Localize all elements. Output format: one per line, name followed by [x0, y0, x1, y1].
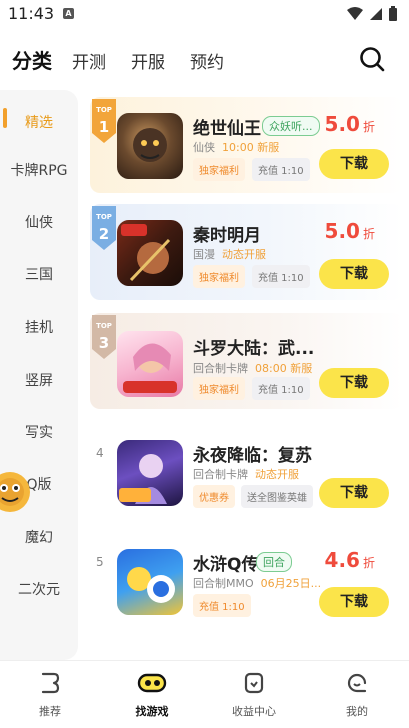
recharge-chip: 充值 1:10 [252, 265, 310, 288]
sidebar-active-indicator [3, 108, 7, 128]
sidebar-item-realistic[interactable]: 写实 [0, 422, 78, 442]
download-button[interactable]: 下载 [319, 478, 389, 508]
rank-number: 5 [96, 555, 104, 569]
sidebar-item-three-kingdoms[interactable]: 三国 [0, 264, 78, 284]
game-meta: 仙侠 10:00 新服 [193, 141, 280, 154]
download-button[interactable]: 下载 [319, 149, 389, 179]
game-tag: 回合 [256, 552, 292, 572]
sidebar-item-idle[interactable]: 挂机 [0, 317, 78, 337]
game-card[interactable]: 5 水浒Q传 回合 回合制MMO 06月25日... 充值 1:10 4.6 折 … [90, 533, 403, 629]
benefit-chip: 独家福利 [193, 265, 245, 288]
sidebar-item-label: 卡牌RPG [10, 163, 68, 179]
bottom-nav: 推荐 找游戏 收益中心 我的 [0, 660, 409, 728]
status-time: 11:43 [8, 4, 55, 23]
download-button[interactable]: 下载 [319, 259, 389, 289]
sidebar-item-label: 精选 [25, 115, 53, 131]
recharge-chip: 充值 1:10 [252, 158, 310, 181]
sidebar-item-label: 仙侠 [25, 215, 53, 231]
status-icons [347, 6, 397, 21]
game-meta: 国漫 动态开服 [193, 248, 266, 261]
earnings-icon [244, 672, 264, 694]
search-icon[interactable] [359, 46, 385, 72]
nav-label: 找游戏 [135, 705, 169, 718]
download-button[interactable]: 下载 [319, 368, 389, 398]
svg-text:2: 2 [99, 225, 109, 243]
game-meta: 回合制卡牌 08:00 新服 [193, 362, 313, 375]
game-title: 秦时明月 [193, 226, 261, 246]
benefit-chip: 独家福利 [193, 158, 245, 181]
recharge-chip: 充值 1:10 [193, 594, 251, 617]
game-title: 永夜降临：复苏 [193, 446, 312, 466]
recommend-icon [41, 672, 60, 694]
top-tabs: 分类 开测 开服 预约 [0, 44, 409, 78]
benefit-chip: 独家福利 [193, 377, 245, 400]
profile-icon [347, 673, 367, 693]
battery-icon [389, 6, 397, 21]
game-meta: 回合制MMO 06月25日... [193, 577, 322, 590]
game-title: 斗罗大陆：武... [193, 339, 315, 359]
wifi-icon [347, 6, 363, 20]
game-card[interactable]: 4 永夜降临：复苏 回合制卡牌 动态开服 优惠券 送全图鉴英雄 下载 [90, 424, 403, 520]
nav-label: 我的 [346, 705, 368, 718]
sidebar-item-card-rpg[interactable]: 卡牌RPG [0, 160, 78, 180]
gift-chip: 送全图鉴英雄 [241, 485, 313, 508]
tab-category[interactable]: 分类 [12, 45, 52, 74]
svg-text:TOP: TOP [96, 322, 112, 330]
discount-label: 5.0 折 [324, 112, 375, 136]
game-card[interactable]: TOP 2 秦时明月 国漫 动态开服 独家福利 充值 1:10 5.0 折 下载 [90, 204, 403, 300]
find-game-icon [137, 673, 167, 693]
game-icon[interactable] [117, 113, 183, 179]
discount-label: 5.0 折 [324, 219, 375, 243]
tab-beta-test[interactable]: 开测 [72, 48, 106, 73]
category-sidebar: 精选 卡牌RPG 仙侠 三国 挂机 竖屏 写实 Q版 魔幻 二次元 [0, 90, 78, 660]
signal-icon [370, 7, 382, 20]
game-card[interactable]: TOP 1 绝世仙王 众妖听... 仙侠 10:00 新服 独家福利 充值 1:… [90, 97, 403, 193]
svg-text:TOP: TOP [96, 213, 112, 221]
sidebar-item-featured[interactable]: 精选 [0, 106, 78, 140]
sidebar-item-label: 三国 [25, 267, 53, 283]
top-rank-badge: TOP 1 [92, 99, 116, 143]
sidebar-item-portrait[interactable]: 竖屏 [0, 370, 78, 390]
svg-text:TOP: TOP [96, 106, 112, 114]
sidebar-item-xianxia[interactable]: 仙侠 [0, 212, 78, 232]
top-rank-badge: TOP 3 [92, 315, 116, 359]
discount-label: 4.6 折 [324, 548, 375, 572]
game-icon[interactable] [117, 549, 183, 615]
download-button[interactable]: 下载 [319, 587, 389, 617]
nav-find-game[interactable]: 找游戏 [112, 671, 192, 719]
svg-text:3: 3 [99, 334, 109, 352]
nav-recommend[interactable]: 推荐 [10, 671, 90, 719]
sidebar-item-label: 写实 [25, 425, 53, 441]
coupon-chip: 优惠券 [193, 485, 235, 508]
game-title: 绝世仙王 [193, 119, 261, 139]
sidebar-item-label: 竖屏 [25, 373, 53, 389]
sidebar-item-label: 挂机 [25, 320, 53, 336]
floating-mascot-icon[interactable] [0, 464, 34, 524]
tab-new-server[interactable]: 开服 [131, 48, 165, 73]
game-card[interactable]: TOP 3 斗罗大陆：武... 回合制卡牌 08:00 新服 独家福利 充值 1… [90, 313, 403, 409]
top-rank-badge: TOP 2 [92, 206, 116, 250]
game-icon[interactable] [117, 220, 183, 286]
status-bar: 11:43 A [0, 0, 409, 30]
svg-text:1: 1 [99, 118, 109, 136]
nav-label: 推荐 [39, 705, 61, 718]
tab-reserve[interactable]: 预约 [190, 48, 224, 73]
nav-profile[interactable]: 我的 [317, 671, 397, 719]
nav-label: 收益中心 [232, 705, 276, 718]
nav-earnings[interactable]: 收益中心 [214, 671, 294, 719]
game-tag: 众妖听... [262, 116, 320, 136]
game-icon[interactable] [117, 440, 183, 506]
sidebar-item-label: 二次元 [18, 582, 60, 598]
game-title: 水浒Q传 [193, 555, 259, 575]
game-meta: 回合制卡牌 动态开服 [193, 468, 299, 481]
sidebar-item-anime[interactable]: 二次元 [0, 579, 78, 599]
recharge-chip: 充值 1:10 [252, 377, 310, 400]
game-icon[interactable] [117, 331, 183, 397]
rank-number: 4 [96, 446, 104, 460]
notification-icon: A [63, 8, 74, 19]
sidebar-item-label: 魔幻 [25, 530, 53, 546]
sidebar-item-magic[interactable]: 魔幻 [0, 527, 78, 547]
